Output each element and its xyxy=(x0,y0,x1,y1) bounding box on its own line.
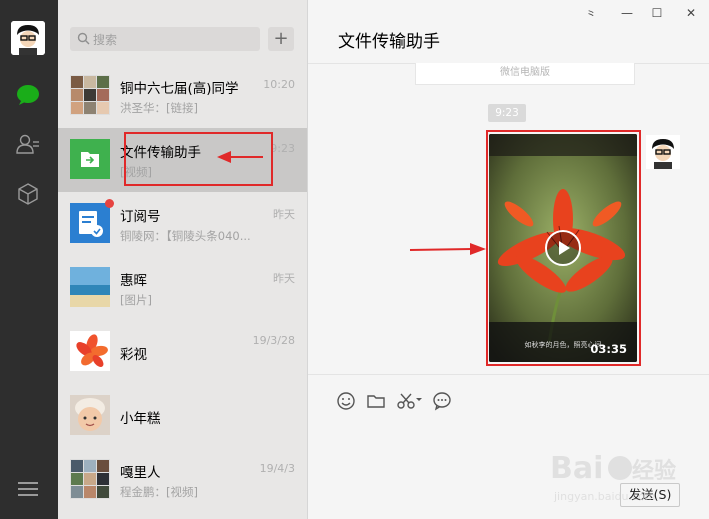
chat-icon[interactable] xyxy=(15,82,41,108)
file-transfer-avatar xyxy=(70,139,110,179)
svg-text:经验: 经验 xyxy=(632,458,676,484)
chat-name: 小年糕 xyxy=(120,411,161,427)
chat-bubble-icon[interactable] xyxy=(432,391,452,411)
chat-name: 订阅号 xyxy=(120,209,161,225)
chat-name: 嘎里人 xyxy=(120,465,161,481)
highlight-box xyxy=(486,130,641,366)
conversation-title: 文件传输助手 xyxy=(338,32,440,52)
add-chat-button[interactable]: + xyxy=(268,27,294,51)
conversation-header: 文件传输助手 ⺀ — ☐ ✕ xyxy=(308,0,709,64)
chat-preview: 洪圣华：[链接] xyxy=(120,101,198,115)
chat-list-panel: 搜索 + 铜中六七届(高)同学 洪圣华：[链接] 10:20 文件传输助手 [视… xyxy=(58,0,308,519)
beach-avatar xyxy=(70,267,110,307)
chat-time: 昨天 xyxy=(273,272,295,285)
chat-preview: [图片] xyxy=(120,293,152,307)
chat-item[interactable]: 小年糕 xyxy=(58,384,307,448)
chat-name: 惠晖 xyxy=(120,273,147,289)
svg-text:Bai: Bai xyxy=(550,451,603,486)
contacts-icon[interactable] xyxy=(15,131,41,157)
minimize-icon[interactable]: — xyxy=(617,6,637,20)
sidebar-rail xyxy=(0,0,58,519)
favorites-cube-icon[interactable] xyxy=(15,181,41,207)
chat-time: 19/3/28 xyxy=(252,334,295,347)
message-timestamp: 9:23 xyxy=(488,104,526,122)
pin-icon[interactable]: ⺀ xyxy=(581,6,601,23)
baidu-watermark-logo: Bai 经验 jingyan.baidu.com xyxy=(548,434,698,510)
caishi-logo-avatar xyxy=(70,331,110,371)
emoji-icon[interactable] xyxy=(336,391,356,411)
chat-item[interactable]: 惠晖 [图片] 昨天 xyxy=(58,256,307,320)
chat-time: 19/4/3 xyxy=(259,462,295,475)
chat-preview: 铜陵网：【铜陵头条040... xyxy=(120,229,251,243)
chat-time: 10:20 xyxy=(263,78,295,91)
chat-preview: 程金鹏：[视频] xyxy=(120,485,198,499)
chat-time: 昨天 xyxy=(273,208,295,221)
search-icon xyxy=(77,32,90,45)
chat-name: 铜中六七届(高)同学 xyxy=(120,81,239,97)
chat-time: 9:23 xyxy=(270,142,295,155)
group-avatar xyxy=(70,75,110,115)
previous-message: 微信电脑版 xyxy=(415,63,635,85)
baby-avatar xyxy=(70,395,110,435)
group-avatar xyxy=(70,459,110,499)
maximize-icon[interactable]: ☐ xyxy=(647,6,667,20)
unread-dot xyxy=(105,199,114,208)
chat-item[interactable]: 订阅号 铜陵网：【铜陵头条040... 昨天 xyxy=(58,192,307,256)
close-icon[interactable]: ✕ xyxy=(681,6,701,20)
annotation-arrow xyxy=(409,243,486,255)
scissors-icon[interactable] xyxy=(396,391,424,411)
sender-avatar[interactable] xyxy=(646,135,680,169)
chat-name: 彩视 xyxy=(120,347,147,363)
chat-item[interactable]: 铜中六七届(高)同学 洪圣华：[链接] 10:20 xyxy=(58,64,307,128)
my-avatar[interactable] xyxy=(11,21,45,55)
subscription-avatar xyxy=(70,203,110,243)
search-input[interactable]: 搜索 xyxy=(70,27,260,51)
svg-text:jingyan.baidu.com: jingyan.baidu.com xyxy=(553,490,656,503)
menu-icon[interactable] xyxy=(18,482,38,500)
chat-item[interactable]: 彩视 19/3/28 xyxy=(58,320,307,384)
chat-item[interactable]: 嘎里人 程金鹏：[视频] 19/4/3 xyxy=(58,448,307,512)
annotation-arrow xyxy=(217,151,263,163)
folder-icon[interactable] xyxy=(366,391,386,411)
search-placeholder: 搜索 xyxy=(93,33,118,47)
